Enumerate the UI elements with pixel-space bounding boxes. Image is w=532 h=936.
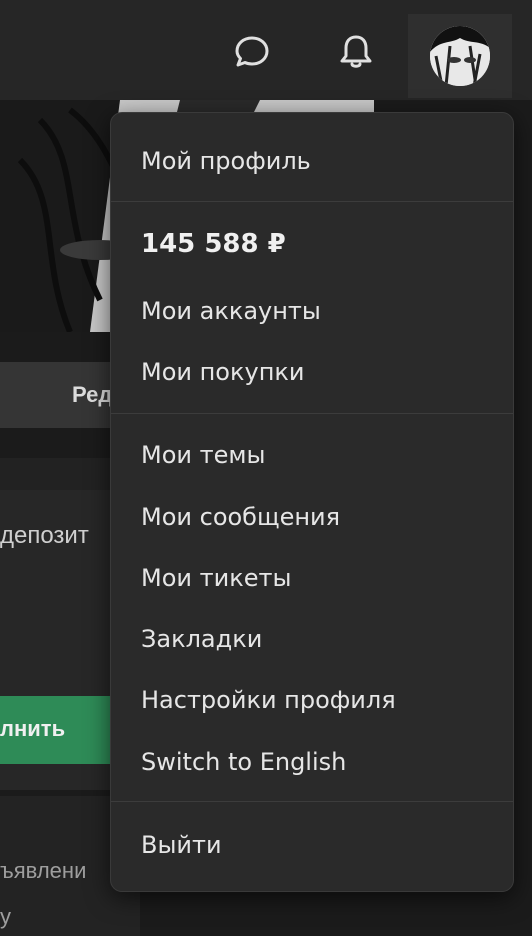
user-dropdown-menu: Мой профиль 145 588 ₽ Мои аккаунты Мои п… xyxy=(110,112,514,892)
menu-item-bookmarks[interactable]: Закладки xyxy=(141,625,262,653)
avatar-button[interactable] xyxy=(408,14,512,98)
deposit-label: депозит xyxy=(0,522,89,549)
menu-item-tickets[interactable]: Мои тикеты xyxy=(141,564,291,592)
avatar xyxy=(430,26,490,86)
menu-divider xyxy=(111,801,513,802)
topup-label: лнить xyxy=(0,716,66,741)
menu-item-logout[interactable]: Выйти xyxy=(141,831,222,859)
bell-icon xyxy=(340,35,372,68)
menu-item-topics[interactable]: Мои темы xyxy=(141,441,265,469)
notifications-button[interactable] xyxy=(328,24,384,80)
menu-item-purchases[interactable]: Мои покупки xyxy=(141,358,304,386)
menu-item-profile[interactable]: Мой профиль xyxy=(141,147,311,175)
menu-item-messages[interactable]: Мои сообщения xyxy=(141,503,340,531)
edit-profile-label: Ред xyxy=(72,382,113,407)
chat-bubble-icon xyxy=(235,36,269,67)
menu-item-accounts[interactable]: Мои аккаунты xyxy=(141,297,321,325)
menu-divider xyxy=(111,201,513,202)
ads-label: ъявлени xyxy=(0,858,87,883)
balance-value: 145 588 ₽ xyxy=(141,229,286,259)
messages-button[interactable] xyxy=(224,24,280,80)
menu-item-settings[interactable]: Настройки профиля xyxy=(141,686,396,714)
cut-label: y xyxy=(0,904,11,929)
avatar-image-icon xyxy=(430,26,490,86)
menu-item-language[interactable]: Switch to English xyxy=(141,748,346,776)
menu-divider xyxy=(111,413,513,414)
